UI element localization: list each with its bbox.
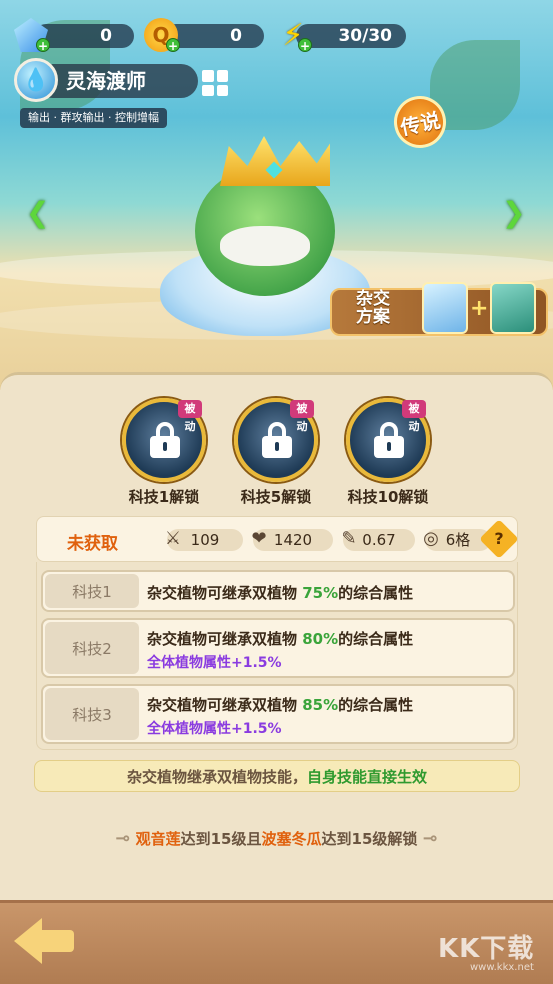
skill-icon: 被动: [122, 398, 206, 482]
tech-row: 科技1 杂交植物可继承双植物 75%的综合属性: [41, 570, 515, 612]
next-plant-arrow-icon[interactable]: ❯: [502, 196, 525, 229]
parent-plant-card-2[interactable]: [490, 282, 536, 334]
plant-beard: [220, 226, 310, 266]
panel-border: [0, 372, 553, 390]
tech-label: 科技3: [45, 688, 139, 740]
condition-text-1: 达到15级且: [180, 830, 262, 848]
tech-extra-bonus: 全体植物属性+1.5%: [147, 655, 282, 671]
grid-menu-icon[interactable]: [202, 70, 228, 96]
resource-bar: 0 + 0 Q + 30/30 ⚡ +: [0, 18, 553, 54]
health-stat: ❤ 1420: [251, 528, 333, 551]
tech-row: 科技3 杂交植物可继承双植物 85%的综合属性 全体植物属性+1.5%: [41, 684, 515, 744]
attack-stat: ⚔ 109: [165, 528, 243, 551]
lock-icon: [374, 422, 404, 458]
heart-icon: ❤: [251, 528, 267, 549]
passive-badge: 被动: [290, 400, 314, 433]
unlock-condition: ⊸ 观音莲达到15级且波塞冬瓜达到15级解锁 ⊸: [0, 828, 553, 849]
range-value: 6格: [445, 531, 471, 549]
condition-text-2: 达到15级解锁: [321, 830, 418, 848]
condition-plant-b: 波塞冬瓜: [261, 830, 322, 848]
crown-icon: [220, 136, 330, 186]
bone-left-icon: ⊸: [115, 828, 131, 849]
plus-icon[interactable]: +: [298, 38, 312, 53]
tech-row: 科技2 杂交植物可继承双植物 80%的综合属性 全体植物属性+1.5%: [41, 618, 515, 678]
passive-badge: 被动: [402, 400, 426, 433]
back-arrow-icon[interactable]: [14, 918, 76, 964]
skill-unlock-label: 科技5解锁: [240, 488, 312, 506]
water-element-icon: 💧: [14, 58, 58, 102]
speed-stat: ✎ 0.67: [341, 528, 415, 551]
condition-plant-a: 观音莲: [135, 830, 181, 848]
inherit-skill-banner: 杂交植物继承双植物技能，自身技能直接生效: [34, 760, 520, 792]
passive-badge: 被动: [178, 400, 202, 433]
watermark: KK下载: [438, 934, 535, 964]
hybrid-plan-button[interactable]: 杂交 方案 +: [330, 282, 548, 340]
bone-right-icon: ⊸: [422, 828, 438, 849]
attack-value: 109: [190, 531, 220, 549]
lock-icon: [262, 422, 292, 458]
hybrid-label-line1: 杂交: [356, 289, 390, 309]
sword-icon: ⚔: [164, 528, 182, 549]
plant-name: 灵海渡师: [36, 64, 198, 98]
skill-slot-2[interactable]: 被动 科技5解锁: [226, 398, 326, 507]
target-icon: ◎: [423, 528, 439, 549]
hybrid-label-line2: 方案: [356, 307, 390, 327]
ownership-status: 未获取: [67, 534, 118, 554]
skill-slot-3[interactable]: 被动 科技10解锁: [338, 398, 438, 507]
previous-plant-arrow-icon[interactable]: ❮: [26, 196, 49, 229]
plus-icon[interactable]: +: [166, 38, 180, 53]
skill-unlock-label: 科技10解锁: [347, 488, 429, 506]
lock-icon: [150, 422, 180, 458]
banner-text: 杂交植物继承双植物技能，: [126, 768, 307, 786]
tech-description: 杂交植物可继承双植物 85%的综合属性: [147, 696, 414, 714]
plus-icon: +: [470, 296, 489, 321]
tech-description: 杂交植物可继承双植物 80%的综合属性: [147, 630, 414, 648]
plant-role-tags: 输出 · 群攻输出 · 控制增幅: [20, 108, 167, 128]
speed-value: 0.67: [362, 531, 396, 549]
skill-unlock-label: 科技1解锁: [128, 488, 200, 506]
help-icon[interactable]: ?: [479, 519, 519, 559]
watermark-url: www.kkx.net: [470, 962, 534, 973]
skill-icon: 被动: [346, 398, 430, 482]
coin-resource[interactable]: 0 Q +: [144, 18, 264, 53]
plus-icon[interactable]: +: [36, 38, 50, 53]
energy-resource[interactable]: 30/30 ⚡ +: [276, 18, 406, 53]
gem-resource[interactable]: 0 +: [14, 18, 134, 53]
attack-speed-icon: ✎: [341, 528, 357, 549]
parent-plant-card-1[interactable]: [422, 282, 468, 334]
stats-bar: 未获取 ⚔ 109 ❤ 1420 ✎ 0.67 ◎ 6格 ?: [36, 516, 519, 562]
tech-list[interactable]: 科技1 杂交植物可继承双植物 75%的综合属性 科技2 杂交植物可继承双植物 8…: [36, 562, 518, 750]
tech-label: 科技1: [45, 574, 139, 608]
banner-highlight: 自身技能直接生效: [307, 768, 428, 786]
tech-extra-bonus: 全体植物属性+1.5%: [147, 721, 282, 737]
tech-description: 杂交植物可继承双植物 75%的综合属性: [147, 584, 414, 602]
health-value: 1420: [273, 531, 313, 549]
skill-icon: 被动: [234, 398, 318, 482]
tech-label: 科技2: [45, 622, 139, 674]
hybrid-plan-label: 杂交 方案: [356, 290, 390, 326]
energy-count: 30/30: [296, 24, 406, 48]
skill-slot-1[interactable]: 被动 科技1解锁: [114, 398, 214, 507]
